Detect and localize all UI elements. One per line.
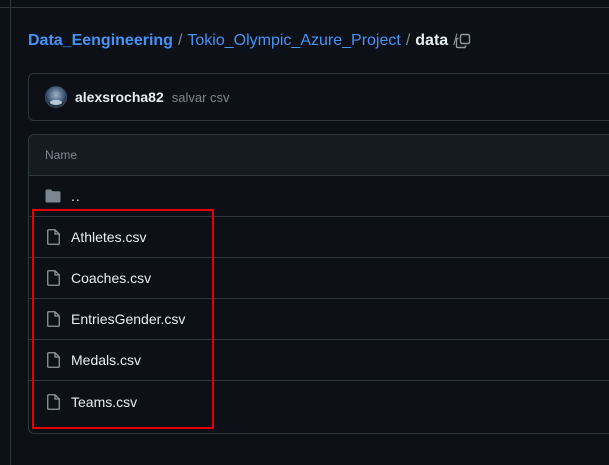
- file-table: Name .. Athletes.csv Coaches.csv Entries…: [28, 134, 609, 434]
- file-icon: [45, 229, 61, 245]
- breadcrumb: Data_Eengineering / Tokio_Olympic_Azure_…: [28, 30, 463, 52]
- top-divider: [0, 0, 609, 8]
- file-name-link[interactable]: Coaches.csv: [71, 270, 151, 286]
- file-icon: [45, 393, 61, 410]
- breadcrumb-separator: /: [405, 32, 411, 49]
- file-name-link[interactable]: Athletes.csv: [71, 229, 146, 245]
- file-icon: [45, 270, 61, 286]
- commit-author-link[interactable]: alexsrocha82: [75, 89, 164, 105]
- file-row-athletes[interactable]: Athletes.csv: [29, 217, 609, 258]
- parent-directory-label[interactable]: ..: [71, 188, 81, 204]
- file-row-entriesgender[interactable]: EntriesGender.csv: [29, 299, 609, 340]
- file-name-link[interactable]: Teams.csv: [71, 394, 137, 410]
- file-icon: [45, 311, 61, 327]
- commit-message-link[interactable]: salvar csv: [172, 90, 230, 105]
- file-row-coaches[interactable]: Coaches.csv: [29, 258, 609, 299]
- left-divider: [10, 0, 11, 465]
- file-row-medals[interactable]: Medals.csv: [29, 340, 609, 381]
- copy-icon: [455, 33, 471, 49]
- breadcrumb-separator: /: [177, 32, 183, 49]
- file-name-link[interactable]: Medals.csv: [71, 352, 141, 368]
- file-icon: [45, 352, 61, 368]
- breadcrumb-current: data: [415, 32, 449, 49]
- file-name-link[interactable]: EntriesGender.csv: [71, 311, 185, 327]
- parent-directory-row[interactable]: ..: [29, 176, 609, 217]
- table-header-name: Name: [29, 135, 609, 176]
- latest-commit-bar: alexsrocha82 salvar csv: [28, 73, 609, 121]
- folder-icon: [45, 188, 61, 204]
- file-row-teams[interactable]: Teams.csv: [29, 381, 609, 422]
- breadcrumb-project-link[interactable]: Tokio_Olympic_Azure_Project: [187, 32, 400, 50]
- avatar[interactable]: [45, 86, 67, 108]
- breadcrumb-repo-link[interactable]: Data_Eengineering: [28, 32, 173, 50]
- copy-path-button[interactable]: [452, 30, 474, 52]
